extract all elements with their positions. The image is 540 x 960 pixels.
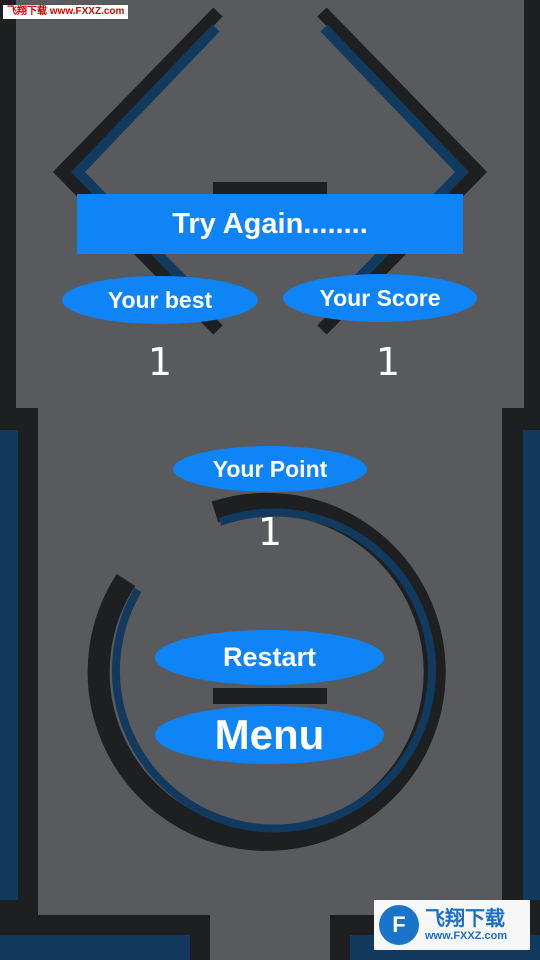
try-again-banner: Try Again........ xyxy=(77,194,463,254)
fxxz-logo-icon: F xyxy=(379,905,419,945)
menu-button[interactable]: Menu xyxy=(155,706,384,764)
left-chevron-navy xyxy=(71,24,220,318)
left-navy-strip xyxy=(0,430,18,900)
middle-bar xyxy=(213,688,327,704)
bottom-left-navy xyxy=(0,935,190,960)
right-wall-upper xyxy=(524,0,540,410)
restart-button[interactable]: Restart xyxy=(155,630,384,685)
watermark-title: 飞翔下载 xyxy=(425,907,505,930)
point-value: 1 xyxy=(257,510,283,554)
your-point-label: Your Point xyxy=(173,446,367,492)
best-value: 1 xyxy=(147,340,173,384)
left-wall-upper xyxy=(0,0,16,410)
watermark-bottom: F 飞翔下载 www.FXXZ.com xyxy=(374,900,530,950)
right-chevron-navy xyxy=(320,24,469,318)
watermark-url: www.FXXZ.com xyxy=(425,929,508,942)
your-score-label: Your Score xyxy=(283,274,477,322)
score-value: 1 xyxy=(375,340,401,384)
right-navy-strip xyxy=(523,430,540,900)
your-best-label: Your best xyxy=(62,276,258,324)
watermark-top: 飞翔下载 www.FXXZ.com xyxy=(3,5,129,19)
